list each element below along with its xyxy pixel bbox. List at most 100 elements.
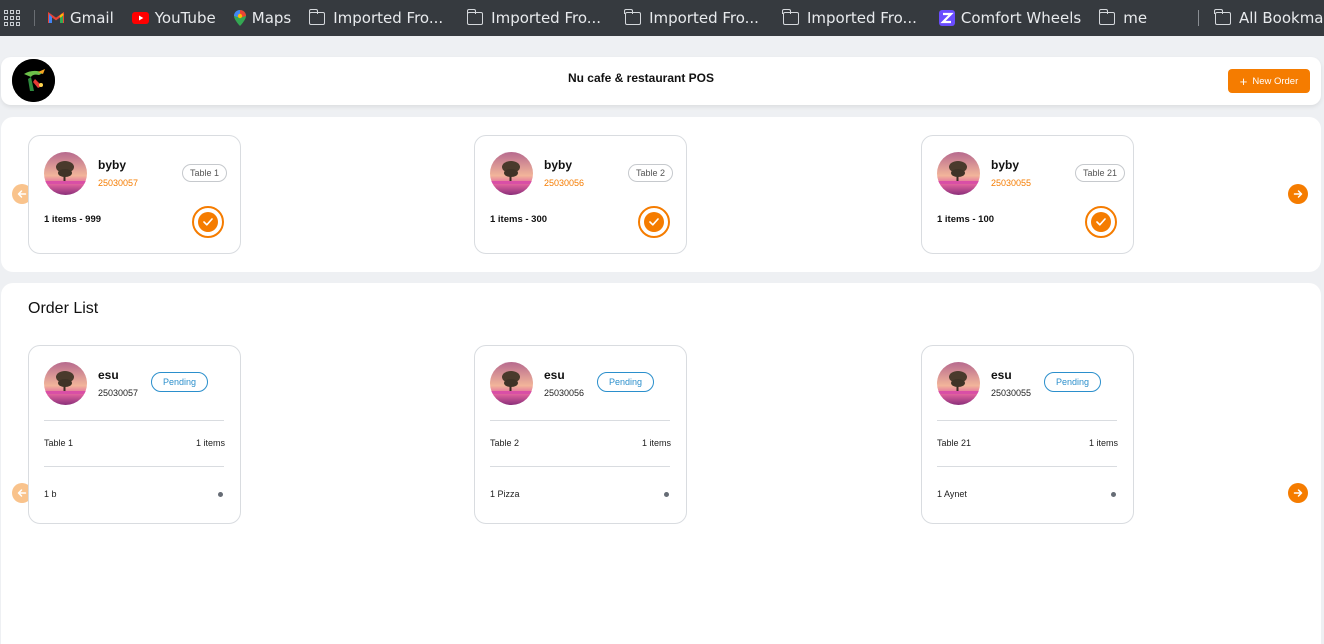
active-order-card[interactable]: byby 25030057 Table 1 1 items - 999	[28, 135, 241, 254]
bookmark-label: YouTube	[154, 9, 216, 27]
arrow-right-icon	[1293, 489, 1303, 497]
avatar	[937, 362, 980, 405]
bookmark-label: Imported Fro...	[491, 9, 602, 27]
item-count: 1 items	[195, 438, 225, 448]
bookmark-label: Gmail	[70, 9, 114, 27]
avatar	[490, 362, 533, 405]
plus-icon: +	[1239, 73, 1248, 89]
carousel-next-button[interactable]	[1288, 184, 1308, 204]
customer-name: esu	[544, 368, 565, 382]
folder-icon	[1214, 8, 1231, 25]
order-id: 25030056	[544, 178, 585, 188]
card-divider	[44, 466, 224, 467]
bookmark-label: Imported Fro...	[806, 9, 917, 27]
arrow-left-icon	[17, 489, 27, 497]
avatar	[44, 152, 87, 195]
item-status-dot	[664, 492, 669, 497]
bookmark-youtube[interactable]: YouTube	[131, 9, 216, 27]
table-label: Table 1	[44, 438, 74, 448]
bookmark-label: Maps	[251, 9, 292, 27]
order-id: 25030055	[991, 388, 1032, 398]
order-item: 1 Aynet	[937, 489, 967, 499]
all-bookmarks-label: All Bookmarks	[1239, 9, 1324, 27]
order-list-panel: Order List esu 25030057 Pending Table 1 …	[1, 283, 1321, 644]
order-id: 25030056	[544, 388, 585, 398]
order-item: 1 Pizza	[490, 489, 520, 499]
bookmark-gmail[interactable]: Gmail	[48, 9, 114, 27]
order-card[interactable]: esu 25030057 Pending Table 1 1 items 1 b	[28, 345, 241, 524]
avatar	[490, 152, 533, 195]
table-badge: Table 2	[628, 164, 674, 182]
card-divider	[937, 466, 1117, 467]
order-summary: 1 items - 100	[937, 214, 995, 225]
order-summary: 1 items - 999	[44, 214, 102, 225]
table-badge: Table 21	[1075, 164, 1126, 182]
active-order-card[interactable]: byby 25030055 Table 21 1 items - 100	[921, 135, 1134, 254]
complete-order-button[interactable]	[638, 206, 670, 238]
customer-name: byby	[98, 158, 127, 172]
youtube-icon	[131, 12, 149, 24]
comfort-wheels-icon	[938, 10, 955, 26]
order-card[interactable]: esu 25030056 Pending Table 2 1 items 1 P…	[474, 345, 687, 524]
arrow-left-icon	[17, 190, 27, 198]
arrow-right-icon	[1293, 190, 1303, 198]
bookmark-label: Imported Fro...	[333, 9, 444, 27]
avatar	[937, 152, 980, 195]
bookmark-folder-imported-1[interactable]: Imported Fro...	[308, 8, 444, 27]
apps-grid-icon[interactable]	[4, 10, 20, 26]
complete-order-button[interactable]	[192, 206, 224, 238]
order-id: 25030057	[98, 178, 139, 188]
bookmark-folder-imported-3[interactable]: Imported Fro...	[624, 8, 759, 27]
new-order-button[interactable]: + New Order	[1228, 69, 1310, 93]
order-list-next-button[interactable]	[1288, 483, 1308, 503]
customer-name: esu	[98, 368, 119, 382]
check-icon	[649, 218, 659, 226]
folder-icon	[624, 8, 642, 25]
table-label: Table 2	[490, 438, 520, 448]
card-divider	[490, 466, 670, 467]
complete-order-button[interactable]	[1085, 206, 1117, 238]
folder-icon	[1098, 8, 1116, 25]
card-divider	[490, 420, 670, 421]
bookmarks-bar: Gmail YouTube Maps Imported Fro... Impor…	[0, 0, 1324, 36]
item-count: 1 items	[641, 438, 671, 448]
card-divider	[44, 420, 224, 421]
bookmark-label: me	[1123, 9, 1148, 27]
bookmark-folder-imported-4[interactable]: Imported Fro...	[782, 8, 917, 27]
check-icon	[203, 218, 213, 226]
order-card[interactable]: esu 25030055 Pending Table 21 1 items 1 …	[921, 345, 1134, 524]
bookmark-folder-imported-2[interactable]: Imported Fro...	[466, 8, 602, 27]
bookmark-label: Imported Fro...	[649, 9, 759, 27]
item-count: 1 items	[1088, 438, 1118, 448]
active-order-card[interactable]: byby 25030056 Table 2 1 items - 300	[474, 135, 687, 254]
order-id: 25030057	[98, 388, 139, 398]
customer-name: byby	[544, 158, 573, 172]
status-badge: Pending	[597, 372, 654, 392]
bookmark-maps[interactable]: Maps	[233, 9, 292, 27]
bookmarks-separator	[34, 10, 35, 26]
customer-name: esu	[991, 368, 1012, 382]
order-id: 25030055	[991, 178, 1032, 188]
order-summary: 1 items - 300	[490, 214, 548, 225]
item-status-dot	[1111, 492, 1116, 497]
check-icon	[1096, 218, 1106, 226]
status-badge: Pending	[151, 372, 208, 392]
bookmark-folder-me[interactable]: me	[1098, 8, 1148, 27]
avatar	[44, 362, 87, 405]
gmail-icon	[48, 12, 64, 23]
order-list-heading: Order List	[28, 300, 99, 317]
all-bookmarks[interactable]: All Bookmarks	[1198, 0, 1324, 36]
active-orders-panel: byby 25030057 Table 1 1 items - 999 byby…	[1, 117, 1321, 272]
folder-icon	[466, 8, 484, 25]
app-header: Nu cafe & restaurant POS + New Order	[1, 57, 1321, 105]
card-divider	[937, 420, 1117, 421]
bookmark-comfort-wheels[interactable]: Comfort Wheels	[938, 9, 1082, 27]
item-status-dot	[218, 492, 223, 497]
order-item: 1 b	[44, 489, 57, 499]
bookmark-label: Comfort Wheels	[960, 9, 1082, 27]
status-badge: Pending	[1044, 372, 1101, 392]
folder-icon	[308, 8, 326, 25]
new-order-label: New Order	[1252, 75, 1299, 87]
page-title: Nu cafe & restaurant POS	[567, 71, 715, 85]
table-label: Table 21	[937, 438, 972, 448]
